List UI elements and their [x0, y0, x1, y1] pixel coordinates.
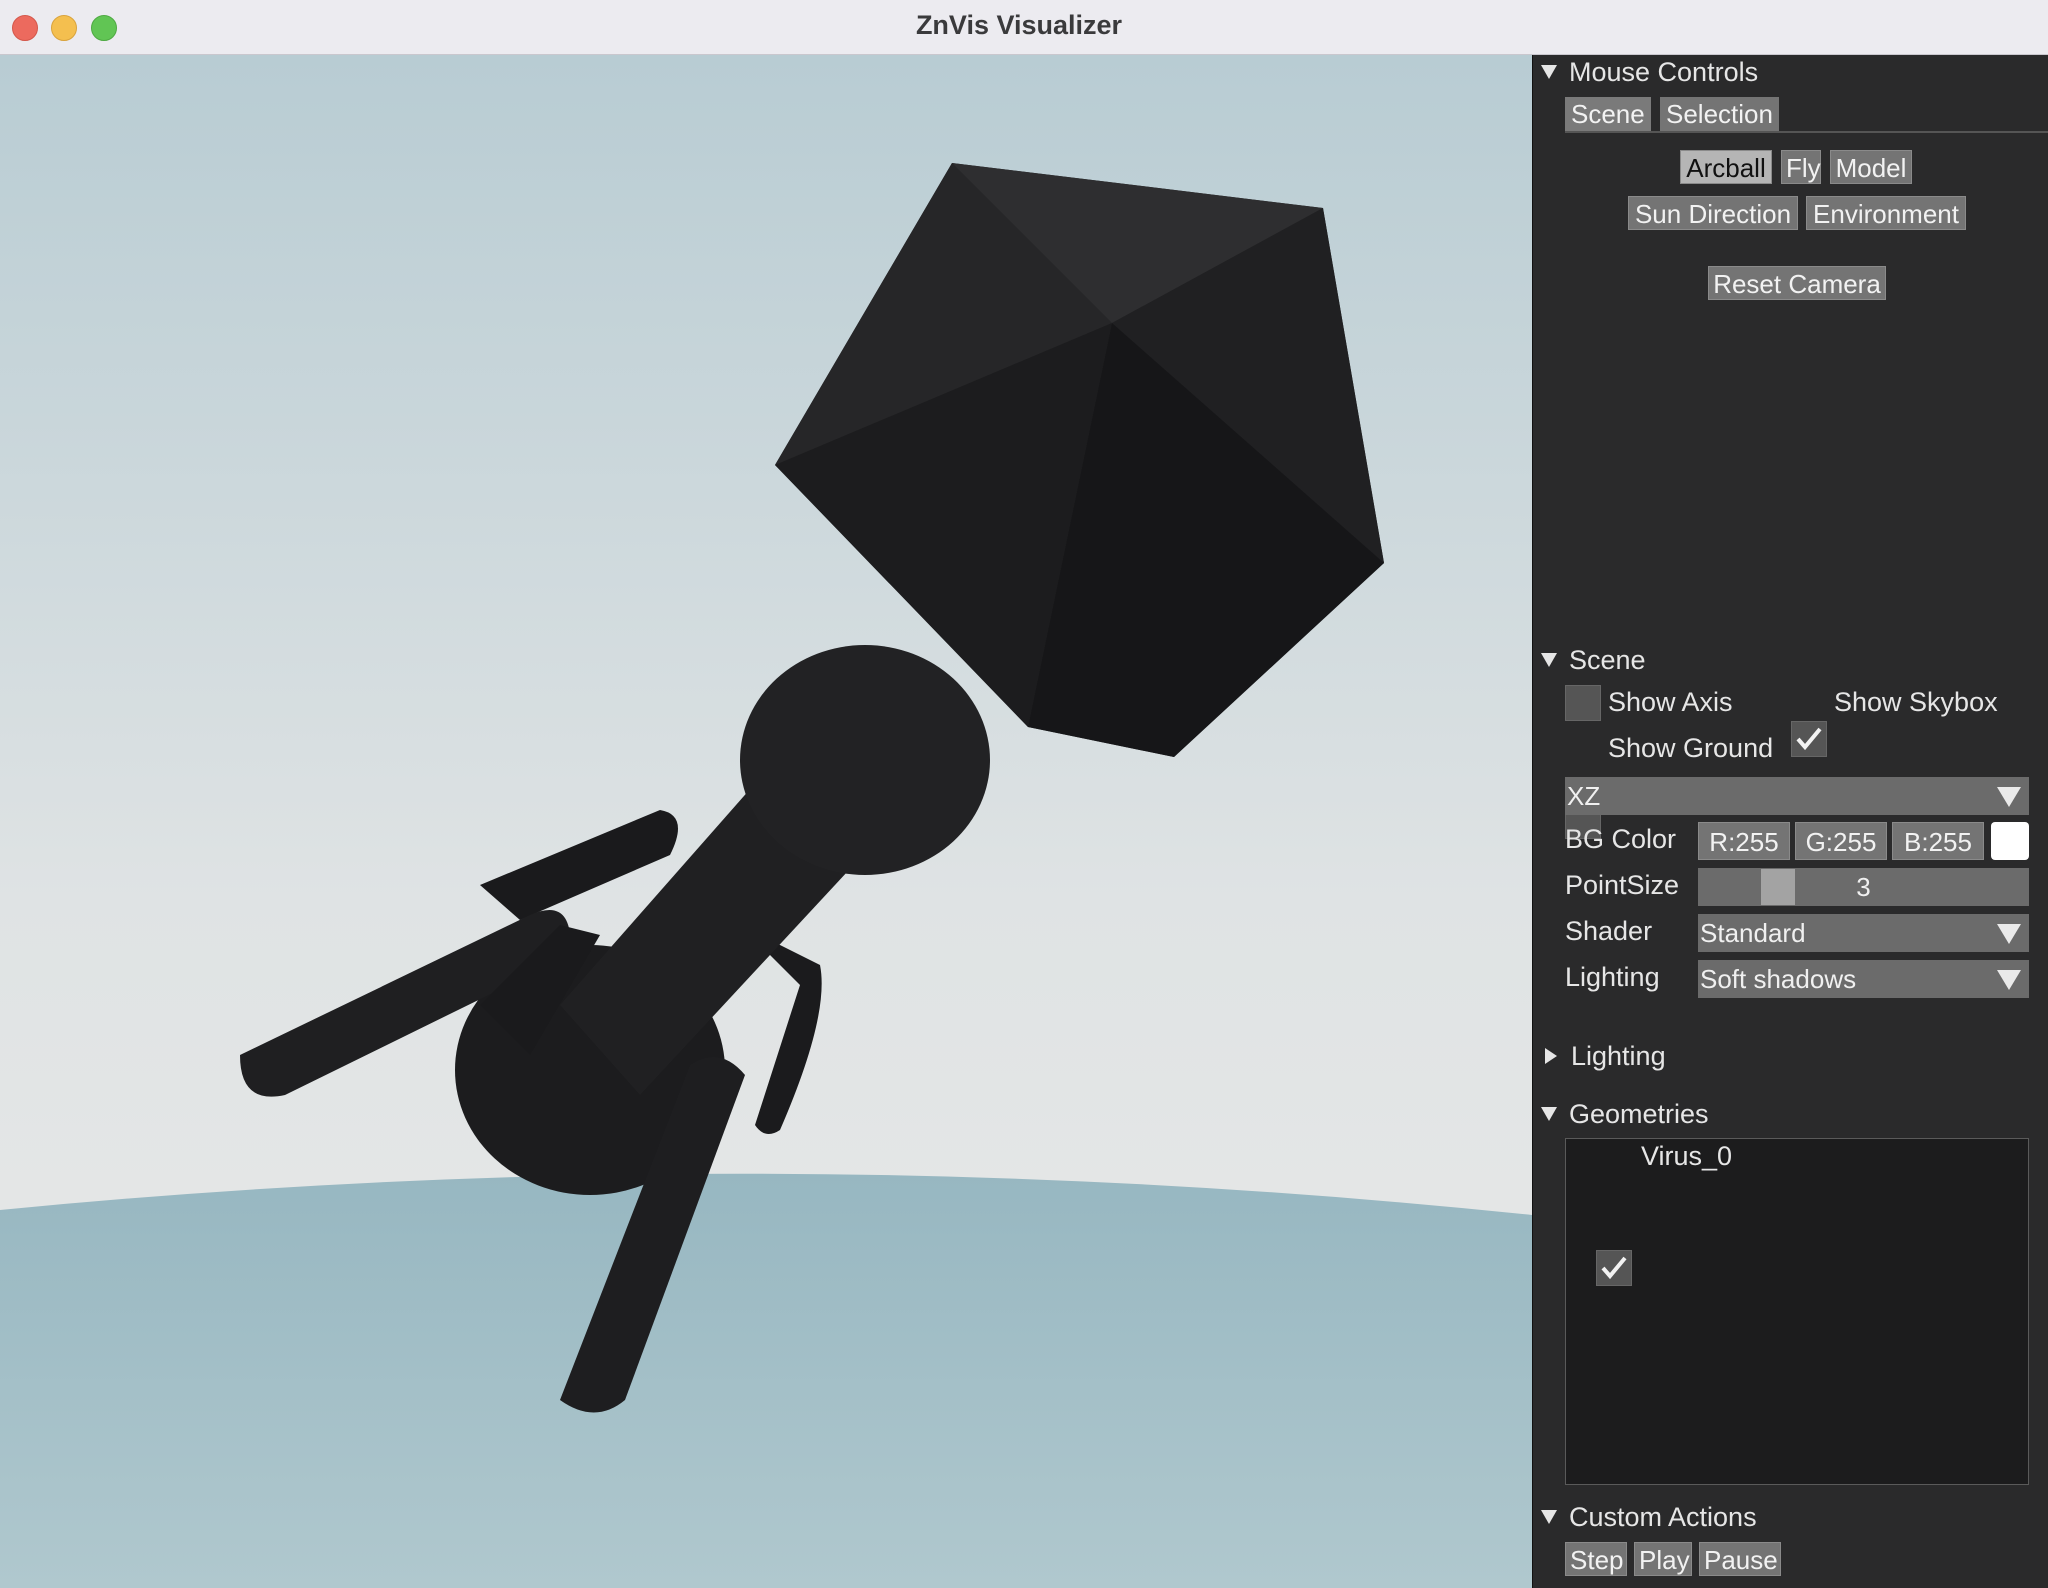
- show-skybox-label: Show Skybox: [1834, 687, 1998, 717]
- checkmark-icon: [1796, 727, 1822, 751]
- collapse-triangle-icon: [1541, 1510, 1557, 1524]
- dropdown-arrow-icon: [1997, 787, 2021, 807]
- collapse-triangle-icon: [1541, 1107, 1557, 1121]
- bg-color-label: BG Color: [1565, 824, 1677, 854]
- reset-camera-button[interactable]: Reset Camera: [1708, 266, 1886, 300]
- lighting-dropdown[interactable]: Soft shadows: [1698, 960, 2029, 998]
- pause-button[interactable]: Pause: [1699, 1542, 1781, 1576]
- settings-panel: Mouse Controls Scene Selection Arcball F…: [1532, 55, 2048, 1588]
- show-ground-label: Show Ground: [1608, 733, 1774, 763]
- show-axis-checkbox[interactable]: [1565, 685, 1601, 721]
- custom-actions-header[interactable]: Custom Actions: [1541, 1500, 1757, 1534]
- scene-section-header[interactable]: Scene: [1541, 643, 1646, 677]
- tab-divider: [1565, 131, 2048, 133]
- title-bar: ZnVis Visualizer: [0, 0, 2048, 55]
- collapse-triangle-icon: [1541, 653, 1557, 667]
- ground-plane-dropdown[interactable]: XZ: [1565, 777, 2029, 815]
- bg-color-swatch[interactable]: [1991, 822, 2029, 860]
- step-button[interactable]: Step: [1565, 1542, 1627, 1576]
- lighting-value: Soft shadows: [1700, 964, 1857, 994]
- dropdown-arrow-icon: [1997, 970, 2021, 990]
- geometry-list: [1565, 1138, 2029, 1485]
- bg-blue-input[interactable]: B:255: [1892, 822, 1984, 860]
- geometry-item-virus-0[interactable]: Virus_0: [1641, 1141, 1732, 1172]
- point-size-value: 3: [1856, 872, 1871, 902]
- tab-scene[interactable]: Scene: [1565, 97, 1651, 131]
- checkmark-icon: [1601, 1256, 1627, 1280]
- collapse-triangle-icon: [1541, 65, 1557, 79]
- point-size-label: PointSize: [1565, 870, 1680, 900]
- show-skybox-checkbox[interactable]: [1791, 721, 1827, 757]
- ground-plane-value: XZ: [1567, 781, 1601, 811]
- geometries-section-header[interactable]: Geometries: [1541, 1097, 1709, 1131]
- window-title: ZnVis Visualizer: [915, 10, 1123, 40]
- arcball-mode-button[interactable]: Arcball: [1680, 150, 1772, 184]
- model-mode-button[interactable]: Model: [1830, 150, 1912, 184]
- virus-0-checkbox[interactable]: [1596, 1250, 1632, 1286]
- bg-green-input[interactable]: G:255: [1795, 822, 1887, 860]
- play-button[interactable]: Play: [1634, 1542, 1692, 1576]
- lighting-label: Lighting: [1565, 962, 1660, 992]
- lighting-section-header[interactable]: Lighting: [1541, 1039, 1666, 1073]
- mouse-controls-header[interactable]: Mouse Controls: [1541, 55, 1758, 89]
- expand-triangle-icon: [1545, 1048, 1557, 1064]
- bg-red-input[interactable]: R:255: [1698, 822, 1790, 860]
- ground-horizon: [0, 1173, 1532, 1588]
- environment-button[interactable]: Environment: [1806, 196, 1966, 230]
- scene-render[interactable]: [0, 55, 1532, 1588]
- point-size-slider[interactable]: 3: [1698, 868, 2029, 906]
- shader-dropdown[interactable]: Standard: [1698, 914, 2029, 952]
- show-axis-label: Show Axis: [1608, 687, 1733, 717]
- sun-direction-button[interactable]: Sun Direction: [1628, 196, 1798, 230]
- shader-label: Shader: [1565, 916, 1653, 946]
- fly-mode-button[interactable]: Fly: [1781, 150, 1821, 184]
- tab-selection[interactable]: Selection: [1660, 97, 1779, 131]
- point-size-slider-thumb[interactable]: [1761, 869, 1795, 905]
- 3d-viewport[interactable]: [0, 55, 1532, 1588]
- shader-value: Standard: [1700, 918, 1806, 948]
- dropdown-arrow-icon: [1997, 924, 2021, 944]
